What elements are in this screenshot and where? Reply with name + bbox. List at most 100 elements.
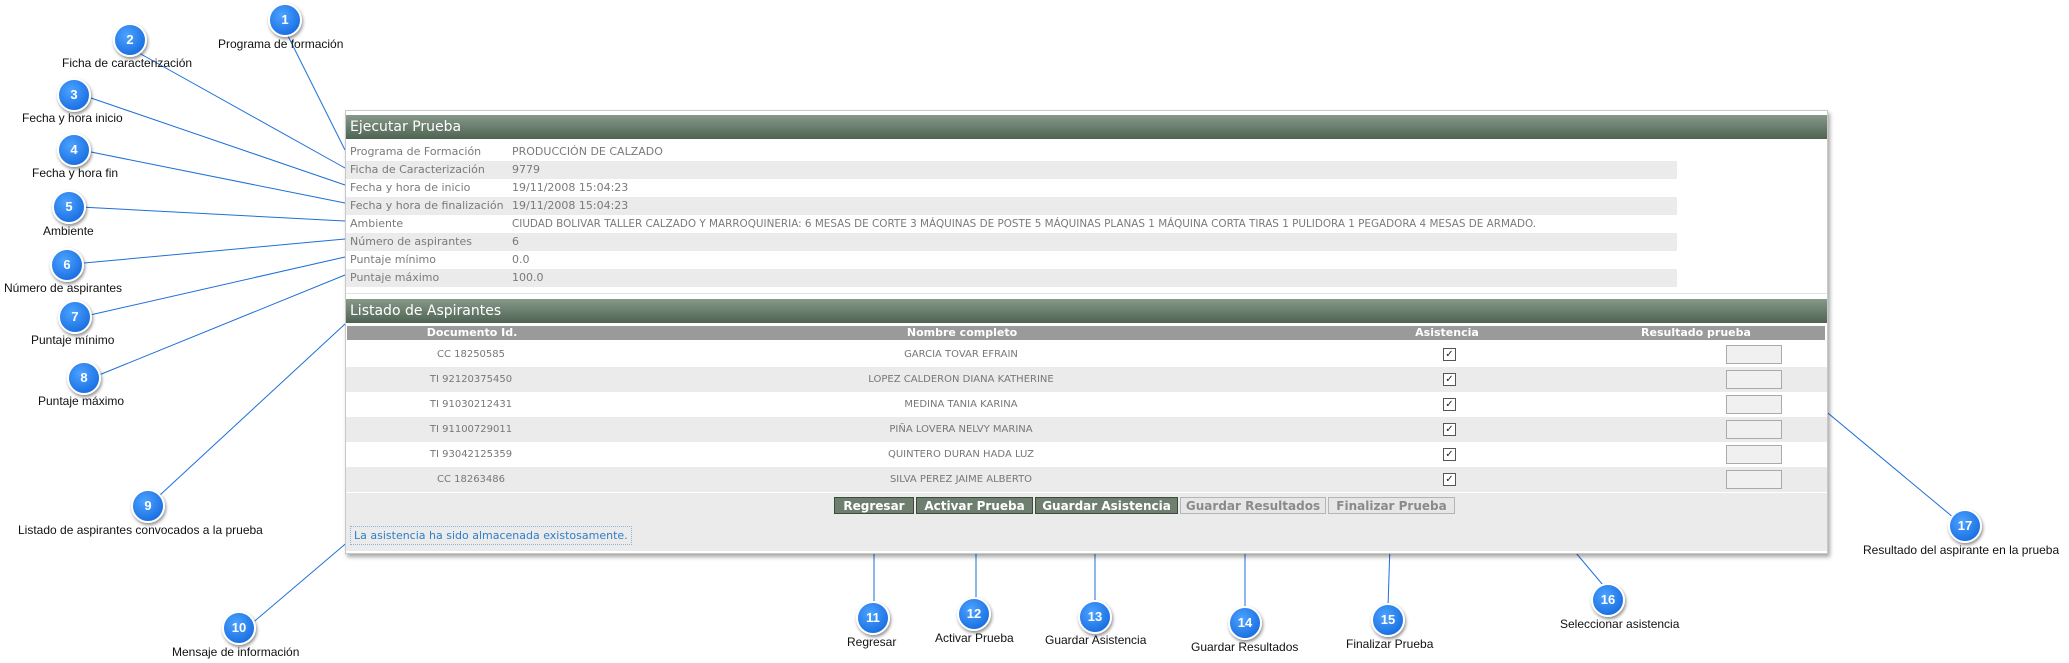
callout-marker-1: 1	[268, 3, 302, 37]
nombre-cell: MEDINA TANIA KARINA	[904, 399, 1018, 410]
info-ambiente: Ambiente CIUDAD BOLIVAR TALLER CALZADO Y…	[346, 215, 1677, 233]
callout-label-14: Guardar Resultados	[1191, 640, 1299, 654]
callout-label-7: Puntaje mínimo	[31, 333, 115, 347]
callout-marker-8: 8	[67, 361, 101, 395]
info-value: 6	[512, 235, 519, 248]
table-row: CC 18250585 GARCIA TOVAR EFRAIN ✓	[346, 342, 1827, 367]
asistencia-checkbox[interactable]: ✓	[1443, 423, 1456, 436]
callout-label-8: Puntaje máximo	[38, 394, 125, 408]
regresar-button[interactable]: Regresar	[834, 497, 914, 514]
callout-label-16: Seleccionar asistencia	[1560, 617, 1680, 631]
callout-marker-2: 2	[113, 23, 147, 57]
callout-marker-17: 17	[1948, 509, 1982, 543]
nombre-cell: LOPEZ CALDERON DIANA KATHERINE	[868, 374, 1054, 385]
documento-cell: TI 93042125359	[429, 449, 513, 460]
callout-label-6: Número de aspirantes	[4, 281, 123, 295]
info-value: 9779	[512, 163, 540, 176]
activar-prueba-button[interactable]: Activar Prueba	[916, 497, 1033, 514]
divider	[346, 293, 1827, 294]
listado-aspirantes-header: Listado de Aspirantes	[346, 299, 1827, 323]
info-numero-aspirantes: Número de aspirantes 6	[346, 233, 1677, 251]
resultado-input[interactable]	[1726, 445, 1782, 464]
info-puntaje-maximo: Puntaje máximo 100.0	[346, 269, 1677, 287]
guardar-resultados-button[interactable]: Guardar Resultados	[1180, 497, 1326, 514]
resultado-input[interactable]	[1726, 420, 1782, 439]
nombre-cell: QUINTERO DURAN HADA LUZ	[887, 449, 1035, 460]
info-value: PRODUCCIÓN DE CALZADO	[512, 145, 663, 158]
callout-label-10: Mensaje de información	[172, 645, 300, 659]
info-value: CIUDAD BOLIVAR TALLER CALZADO Y MARROQUI…	[512, 218, 1537, 230]
aspirantes-table-body: CC 18250585 GARCIA TOVAR EFRAIN ✓ TI 921…	[346, 342, 1827, 492]
callout-marker-13: 13	[1078, 600, 1112, 634]
callout-marker-7: 7	[58, 300, 92, 334]
documento-cell: CC 18250585	[436, 349, 506, 360]
callout-marker-4: 4	[57, 133, 91, 167]
callout-marker-12: 12	[957, 597, 991, 631]
column-header-resultado: Resultado prueba	[1567, 326, 1825, 340]
asistencia-checkbox[interactable]: ✓	[1443, 373, 1456, 386]
info-value: 0.0	[512, 253, 530, 266]
info-label: Fecha y hora de inicio	[350, 181, 471, 194]
info-fecha-inicio: Fecha y hora de inicio 19/11/2008 15:04:…	[346, 179, 1677, 197]
resultado-input[interactable]	[1726, 395, 1782, 414]
callout-label-17: Resultado del aspirante en la prueba	[1863, 543, 2060, 557]
info-puntaje-minimo: Puntaje mínimo 0.0	[346, 251, 1677, 269]
callout-marker-14: 14	[1228, 606, 1262, 640]
callout-label-4: Fecha y hora fin	[32, 166, 119, 180]
callout-label-12: Activar Prueba	[935, 631, 1014, 645]
callout-label-13: Guardar Asistencia	[1045, 633, 1147, 647]
documento-cell: TI 91100729011	[429, 424, 513, 435]
table-row: TI 92120375450 LOPEZ CALDERON DIANA KATH…	[346, 367, 1827, 392]
callout-label-3: Fecha y hora inicio	[22, 111, 123, 125]
nombre-cell: PIÑA LOVERA NELVY MARINA	[889, 424, 1033, 435]
asistencia-checkbox[interactable]: ✓	[1443, 398, 1456, 411]
resultado-input[interactable]	[1726, 345, 1782, 364]
info-message: La asistencia ha sido almacenada existos…	[350, 526, 632, 545]
callout-marker-15: 15	[1371, 603, 1405, 637]
info-value: 19/11/2008 15:04:23	[512, 181, 629, 194]
info-label: Puntaje mínimo	[350, 253, 437, 266]
resultado-input[interactable]	[1726, 470, 1782, 489]
callout-marker-5: 5	[52, 190, 86, 224]
info-value: 19/11/2008 15:04:23	[512, 199, 629, 212]
guardar-asistencia-button[interactable]: Guardar Asistencia	[1035, 497, 1178, 514]
documento-cell: TI 91030212431	[429, 399, 513, 410]
callout-marker-9: 9	[131, 489, 165, 523]
callout-marker-10: 10	[222, 611, 256, 645]
documento-cell: TI 92120375450	[429, 374, 513, 385]
asistencia-checkbox[interactable]: ✓	[1443, 448, 1456, 461]
info-label: Puntaje máximo	[350, 271, 440, 284]
table-row: CC 18263486 SILVA PEREZ JAIME ALBERTO ✓	[346, 467, 1827, 492]
finalizar-prueba-button[interactable]: Finalizar Prueba	[1328, 497, 1455, 514]
column-header-documento: Documento Id.	[347, 326, 597, 340]
callout-label-5: Ambiente	[43, 224, 94, 238]
callout-marker-11: 11	[856, 601, 890, 635]
info-programa-formacion: Programa de Formación PRODUCCIÓN DE CALZ…	[346, 143, 1677, 161]
info-fecha-finalizacion: Fecha y hora de finalización 19/11/2008 …	[346, 197, 1677, 215]
callout-marker-3: 3	[57, 78, 91, 112]
callout-label-11: Regresar	[847, 635, 897, 649]
column-header-nombre: Nombre completo	[597, 326, 1327, 340]
info-label: Programa de Formación	[350, 145, 482, 158]
table-row: TI 91100729011 PIÑA LOVERA NELVY MARINA …	[346, 417, 1827, 442]
table-row: TI 93042125359 QUINTERO DURAN HADA LUZ ✓	[346, 442, 1827, 467]
callout-label-9: Listado de aspirantes convocados a la pr…	[18, 523, 263, 537]
info-ficha-caracterizacion: Ficha de Caracterización 9779	[346, 161, 1677, 179]
table-row: TI 91030212431 MEDINA TANIA KARINA ✓	[346, 392, 1827, 417]
nombre-cell: SILVA PEREZ JAIME ALBERTO	[889, 474, 1033, 485]
asistencia-checkbox[interactable]: ✓	[1443, 348, 1456, 361]
column-header-asistencia: Asistencia	[1327, 326, 1567, 340]
callout-marker-6: 6	[50, 248, 84, 282]
callout-label-15: Finalizar Prueba	[1346, 637, 1434, 651]
info-label: Ambiente	[350, 217, 404, 230]
info-value: 100.0	[512, 271, 544, 284]
info-label: Ficha de Caracterización	[350, 163, 485, 176]
callout-marker-16: 16	[1591, 583, 1625, 617]
ejecutar-prueba-header: Ejecutar Prueba	[346, 115, 1827, 139]
nombre-cell: GARCIA TOVAR EFRAIN	[904, 349, 1018, 360]
asistencia-checkbox[interactable]: ✓	[1443, 473, 1456, 486]
info-label: Número de aspirantes	[350, 235, 472, 248]
callout-label-1: Programa de formación	[218, 37, 344, 51]
documento-cell: CC 18263486	[436, 474, 506, 485]
resultado-input[interactable]	[1726, 370, 1782, 389]
